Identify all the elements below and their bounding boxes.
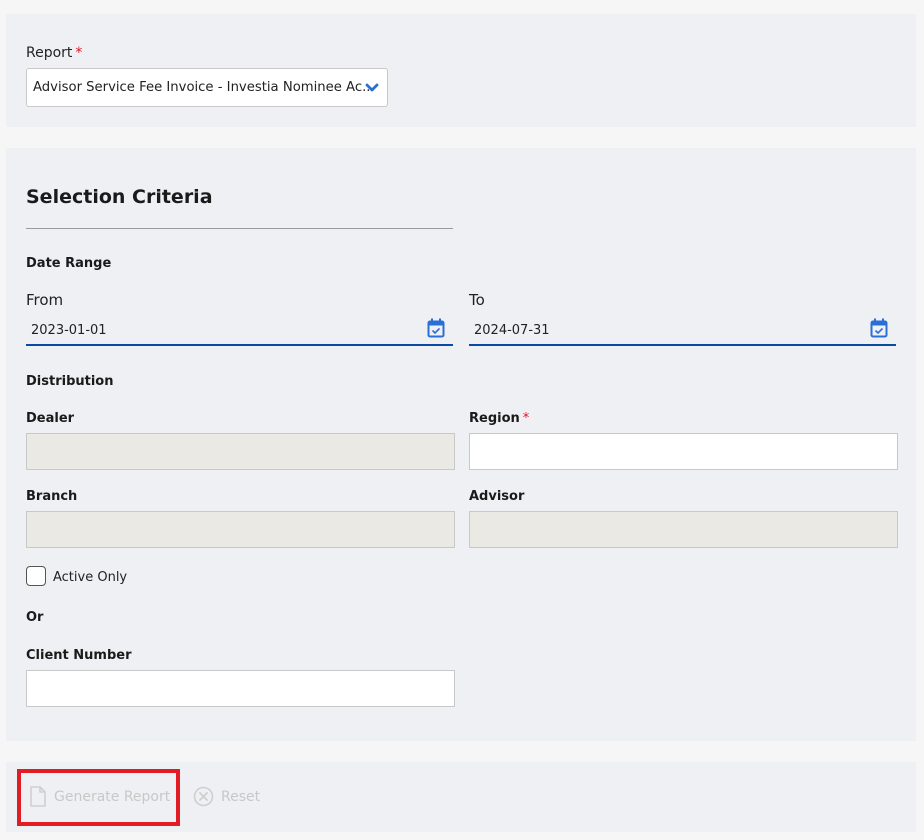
advisor-input: [469, 511, 898, 548]
selection-criteria-panel: Selection Criteria Date Range From 2023-…: [6, 148, 916, 741]
reset-label: Reset: [221, 788, 261, 805]
report-label-text: Report: [26, 45, 73, 61]
calendar-icon[interactable]: [427, 318, 445, 338]
highlight-box: [17, 769, 180, 826]
to-date-field[interactable]: 2024-07-31: [469, 318, 896, 346]
report-selected-value: Advisor Service Fee Invoice - Investia N…: [33, 80, 375, 95]
section-title: Selection Criteria: [26, 186, 213, 208]
from-label: From: [26, 291, 64, 309]
report-panel: Report * Advisor Service Fee Invoice - In…: [6, 14, 916, 127]
or-label: Or: [26, 610, 44, 625]
to-date-value: 2024-07-31: [474, 323, 550, 338]
to-label: To: [469, 291, 485, 309]
reset-button[interactable]: Reset: [193, 786, 260, 807]
dealer-label: Dealer: [26, 411, 75, 426]
active-only-checkbox[interactable]: [26, 566, 46, 586]
report-label: Report *: [26, 45, 82, 61]
active-only-label[interactable]: Active Only: [53, 570, 127, 585]
from-date-value: 2023-01-01: [31, 323, 107, 338]
calendar-icon[interactable]: [870, 318, 888, 338]
chevron-down-icon: [365, 83, 379, 92]
region-input[interactable]: [469, 433, 898, 470]
client-number-label: Client Number: [26, 648, 132, 663]
section-divider: [26, 228, 453, 229]
branch-label: Branch: [26, 489, 78, 504]
client-number-input[interactable]: [26, 670, 455, 707]
date-range-heading: Date Range: [26, 256, 112, 271]
region-label: Region *: [469, 411, 529, 426]
required-marker: *: [522, 411, 530, 426]
report-select[interactable]: Advisor Service Fee Invoice - Investia N…: [26, 68, 388, 107]
region-label-text: Region: [469, 411, 520, 426]
branch-input: [26, 511, 455, 548]
required-marker: *: [75, 45, 83, 61]
from-date-field[interactable]: 2023-01-01: [26, 318, 453, 346]
dealer-input: [26, 433, 455, 470]
advisor-label: Advisor: [469, 489, 525, 504]
close-circle-icon: [193, 786, 214, 807]
distribution-heading: Distribution: [26, 374, 114, 389]
